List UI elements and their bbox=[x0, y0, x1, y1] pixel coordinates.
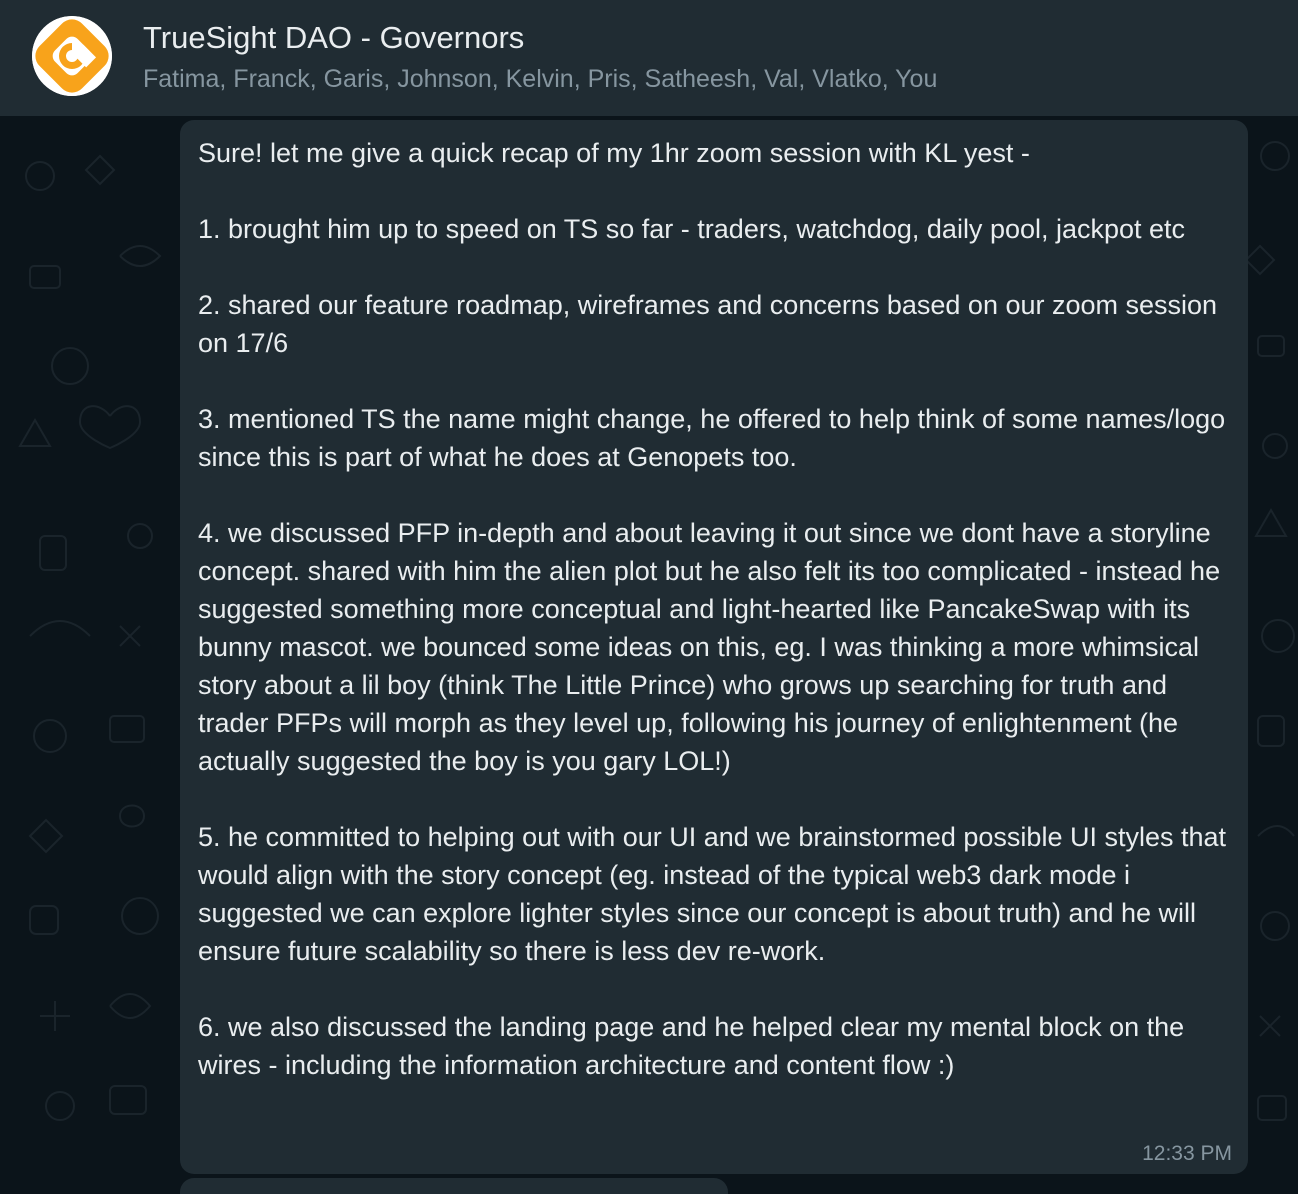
next-message-bubble[interactable] bbox=[180, 1178, 728, 1194]
chat-header[interactable]: TrueSight DAO - Governors Fatima, Franck… bbox=[0, 0, 1298, 116]
chat-area[interactable]: Sure! let me give a quick recap of my 1h… bbox=[0, 116, 1298, 1194]
group-avatar[interactable] bbox=[32, 16, 112, 96]
message-bubble[interactable]: Sure! let me give a quick recap of my 1h… bbox=[180, 120, 1248, 1174]
group-name[interactable]: TrueSight DAO - Governors bbox=[143, 20, 524, 56]
message-text: Sure! let me give a quick recap of my 1h… bbox=[198, 138, 1227, 1080]
group-members[interactable]: Fatima, Franck, Garis, Johnson, Kelvin, … bbox=[143, 64, 937, 94]
message-timestamp: 12:33 PM bbox=[1142, 1142, 1232, 1165]
truesight-logo-icon bbox=[32, 16, 112, 96]
